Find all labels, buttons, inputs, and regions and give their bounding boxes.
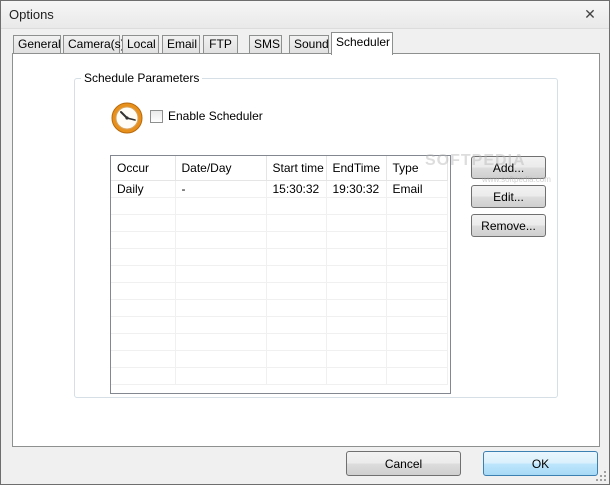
group-title: Schedule Parameters — [81, 71, 203, 85]
empty-row — [111, 197, 448, 215]
schedule-table: Occur Date/Day Start time EndTime Type D… — [111, 156, 448, 385]
table-row[interactable]: Daily - 15:30:32 19:30:32 Email — [111, 180, 448, 198]
enable-scheduler-checkbox[interactable] — [150, 110, 163, 123]
empty-row — [111, 333, 448, 351]
tab-ftp[interactable]: FTP — [203, 35, 238, 54]
edit-button[interactable]: Edit... — [471, 185, 546, 208]
empty-row — [111, 231, 448, 249]
scheduler-panel: Schedule Parameters Enable Scheduler Occ… — [12, 53, 600, 447]
enable-scheduler-label[interactable]: Enable Scheduler — [168, 109, 263, 123]
add-button[interactable]: Add... — [471, 156, 546, 179]
clock-icon — [111, 102, 143, 134]
remove-button[interactable]: Remove... — [471, 214, 546, 237]
column-header-date-day[interactable]: Date/Day — [175, 156, 267, 181]
column-header-type[interactable]: Type — [386, 156, 448, 181]
schedule-list[interactable]: Occur Date/Day Start time EndTime Type D… — [110, 155, 451, 394]
cell-start-time: 15:30:32 — [266, 180, 327, 198]
empty-row — [111, 316, 448, 334]
empty-row — [111, 282, 448, 300]
resize-grip-icon[interactable] — [596, 471, 606, 481]
window-title: Options — [9, 7, 54, 22]
column-header-start-time[interactable]: Start time — [266, 156, 327, 181]
empty-row — [111, 248, 448, 266]
empty-row — [111, 350, 448, 368]
cancel-button[interactable]: Cancel — [346, 451, 461, 476]
cell-occur: Daily — [111, 180, 176, 198]
tab-general[interactable]: General — [13, 35, 61, 54]
schedule-parameters-group: Schedule Parameters Enable Scheduler Occ… — [74, 71, 558, 398]
empty-row — [111, 214, 448, 232]
tab-cameras[interactable]: Camera(s) — [63, 35, 125, 54]
tab-email[interactable]: Email — [162, 35, 200, 54]
column-header-end-time[interactable]: EndTime — [326, 156, 387, 181]
table-header-row: Occur Date/Day Start time EndTime Type — [111, 156, 448, 181]
cell-type: Email — [386, 180, 448, 198]
cell-date-day: - — [175, 180, 267, 198]
empty-row — [111, 367, 448, 385]
options-dialog: Options ✕ General Camera(s) Local Email … — [0, 0, 610, 485]
empty-row — [111, 299, 448, 317]
column-header-occur[interactable]: Occur — [111, 156, 176, 181]
cell-end-time: 19:30:32 — [326, 180, 387, 198]
close-icon[interactable]: ✕ — [581, 5, 599, 23]
tab-local[interactable]: Local — [122, 35, 159, 54]
tab-sound[interactable]: Sound — [289, 35, 329, 54]
ok-button[interactable]: OK — [483, 451, 598, 476]
empty-row — [111, 265, 448, 283]
title-bar[interactable]: Options ✕ — [1, 1, 609, 29]
tab-sms[interactable]: SMS — [249, 35, 282, 54]
tab-scheduler[interactable]: Scheduler — [331, 32, 393, 55]
